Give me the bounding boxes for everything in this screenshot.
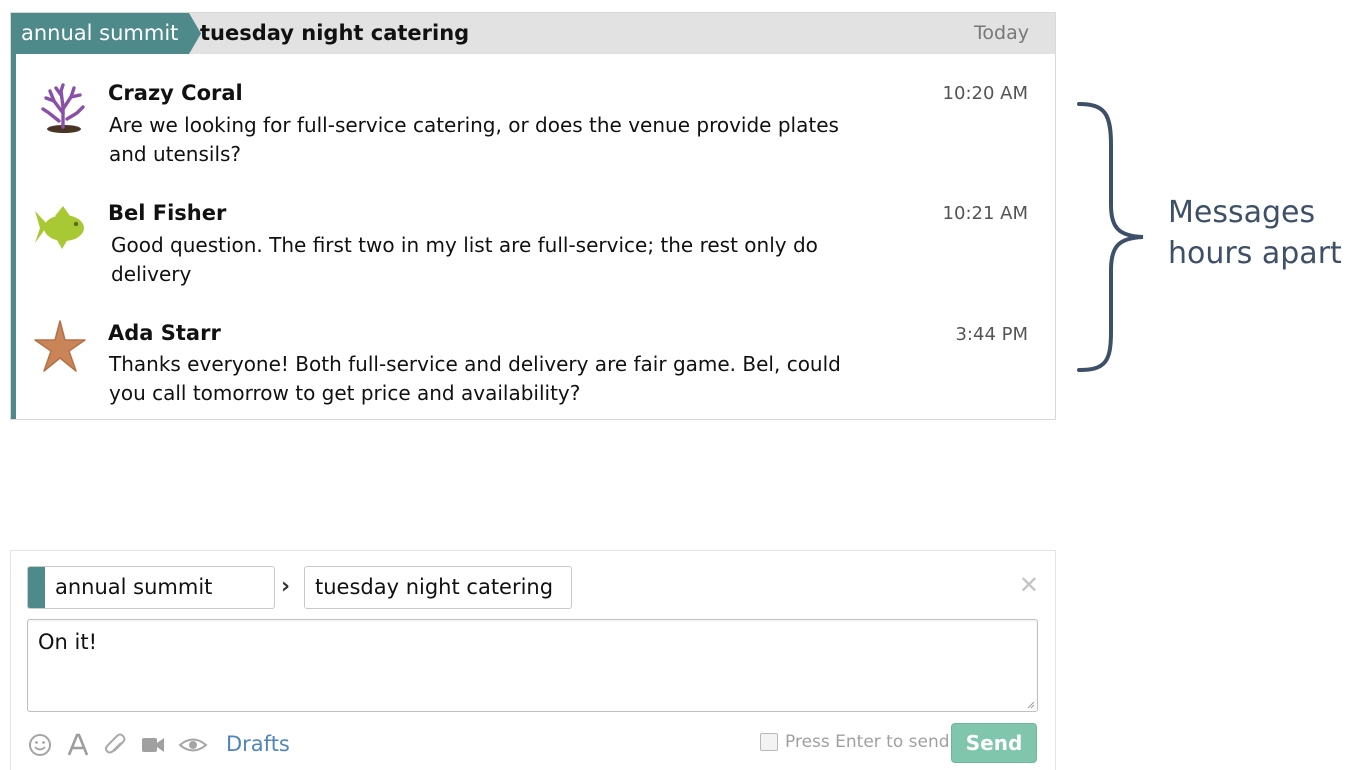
curly-brace-annotation bbox=[1077, 102, 1144, 372]
message-content: Thanks everyone! Both full-service and d… bbox=[109, 350, 849, 408]
message-item[interactable]: Ada Starr 3:44 PM Thanks everyone! Both … bbox=[16, 309, 1055, 419]
message-line: Good question. The first two in my list … bbox=[111, 233, 818, 257]
stream-color-swatch bbox=[28, 567, 45, 608]
message-line: Are we looking for full-service catering… bbox=[109, 113, 839, 137]
message-stream-panel: annual summit tuesday night catering Tod… bbox=[10, 12, 1056, 420]
date-label: Today bbox=[974, 22, 1029, 44]
sender-name[interactable]: Crazy Coral bbox=[108, 81, 243, 105]
paperclip-icon[interactable] bbox=[103, 732, 129, 758]
message-line: and utensils? bbox=[109, 142, 242, 166]
coral-icon[interactable] bbox=[33, 77, 93, 137]
smiley-icon[interactable] bbox=[27, 732, 53, 758]
chevron-right-icon: › bbox=[281, 574, 291, 599]
press-enter-checkbox[interactable] bbox=[760, 733, 778, 751]
eye-icon[interactable] bbox=[178, 732, 208, 758]
app-root: annual summit tuesday night catering Tod… bbox=[0, 0, 1355, 770]
message-timestamp: 10:21 AM bbox=[942, 203, 1028, 224]
message-timestamp: 10:20 AM bbox=[942, 83, 1028, 104]
fish-icon[interactable] bbox=[30, 199, 90, 259]
annotation-text: Messages hours apart bbox=[1168, 192, 1353, 274]
message-content: Are we looking for full-service catering… bbox=[109, 111, 849, 169]
resize-handle-icon[interactable] bbox=[1027, 701, 1035, 709]
annotation-line: Messages bbox=[1168, 195, 1316, 230]
sender-name[interactable]: Bel Fisher bbox=[108, 201, 226, 225]
video-camera-icon[interactable] bbox=[140, 732, 166, 758]
format-text-icon[interactable] bbox=[65, 732, 91, 758]
message-item[interactable]: Crazy Coral 10:20 AM Are we looking for … bbox=[16, 69, 1055, 184]
starfish-icon[interactable] bbox=[30, 317, 90, 377]
annotation-line: hours apart bbox=[1168, 236, 1342, 271]
close-icon[interactable]: ✕ bbox=[1019, 571, 1039, 599]
message-input-value: On it! bbox=[38, 630, 98, 654]
topic-input[interactable]: tuesday night catering bbox=[304, 566, 572, 609]
message-item[interactable]: Bel Fisher 10:21 AM Good question. The f… bbox=[16, 189, 1055, 304]
stream-name-tag[interactable]: annual summit bbox=[11, 13, 201, 54]
message-line: you call tomorrow to get price and avail… bbox=[109, 381, 581, 405]
sender-name[interactable]: Ada Starr bbox=[108, 321, 221, 345]
message-line: delivery bbox=[111, 262, 192, 286]
send-button[interactable]: Send bbox=[951, 723, 1037, 763]
topic-title[interactable]: tuesday night catering bbox=[200, 13, 469, 54]
compose-box: annual summit › tuesday night catering ✕… bbox=[10, 550, 1056, 770]
drafts-link[interactable]: Drafts bbox=[226, 729, 290, 759]
message-content: Good question. The first two in my list … bbox=[111, 231, 851, 289]
message-line: Thanks everyone! Both full-service and d… bbox=[109, 352, 841, 376]
recipient-bar: annual summit tuesday night catering Tod… bbox=[11, 13, 1055, 54]
press-enter-label: Press Enter to send bbox=[785, 732, 950, 752]
stream-input[interactable]: annual summit bbox=[55, 567, 212, 608]
message-timestamp: 3:44 PM bbox=[955, 324, 1028, 345]
message-textarea[interactable]: On it! bbox=[27, 619, 1038, 712]
stream-field[interactable]: annual summit bbox=[27, 566, 275, 609]
